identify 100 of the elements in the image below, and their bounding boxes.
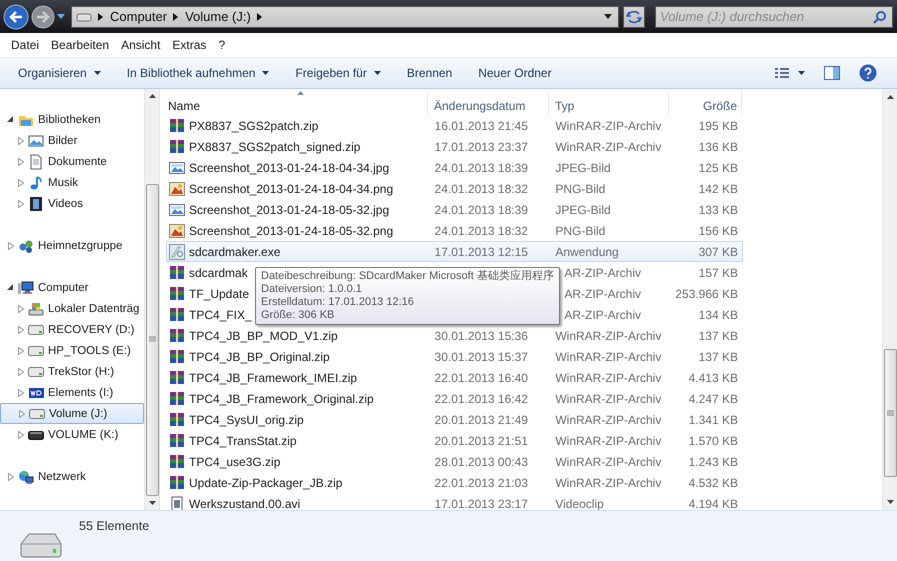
collapse-arrow-icon[interactable] xyxy=(7,284,14,291)
breadcrumb[interactable]: Volume (J:) xyxy=(185,9,251,24)
drive-icon xyxy=(28,300,44,316)
nav-scrollbar[interactable] xyxy=(144,89,159,510)
file-name[interactable]: Update-Zip-Packager_JB.zip xyxy=(189,476,342,490)
file-name[interactable]: sdcardmak xyxy=(189,266,248,280)
file-name[interactable]: TF_Update xyxy=(189,286,250,300)
column-header[interactable]: Typ xyxy=(549,91,669,115)
menu-item[interactable]: Datei xyxy=(5,38,46,52)
modified-date: 24.01.2013 18:32 xyxy=(434,182,528,196)
expand-arrow-icon[interactable] xyxy=(18,346,24,354)
tree-label[interactable]: Bibliotheken xyxy=(38,114,101,126)
file-name[interactable]: Screenshot_2013-01-24-18-05-32.jpg xyxy=(189,202,390,216)
expand-arrow-icon[interactable] xyxy=(18,368,24,376)
tree-label[interactable]: Heimnetzgruppe xyxy=(38,240,122,252)
archive-icon xyxy=(169,390,185,406)
scroll-down-icon[interactable] xyxy=(886,500,894,504)
file-name[interactable]: TPC4_FIX_ xyxy=(189,308,252,322)
file-name[interactable]: TPC4_SysUI_orig.zip xyxy=(189,412,304,426)
breadcrumb[interactable]: Computer xyxy=(110,9,168,24)
file-size: 157 KB xyxy=(698,266,738,280)
scroll-thumb[interactable] xyxy=(884,349,896,477)
modified-date: 30.01.2013 15:36 xyxy=(434,328,528,342)
tree-label[interactable]: Volume (J:) xyxy=(49,408,108,420)
expand-arrow-icon[interactable] xyxy=(18,178,24,186)
selected-tree-item[interactable]: Volume (J:) xyxy=(0,403,144,424)
tree-label[interactable]: Lokaler Datenträg xyxy=(48,302,140,314)
file-name[interactable]: TPC4_JB_Framework_IMEI.zip xyxy=(189,370,358,384)
refresh-button[interactable] xyxy=(623,6,645,28)
tree-label[interactable]: Bilder xyxy=(48,134,78,146)
search-icon xyxy=(873,10,887,24)
dropdown-icon[interactable] xyxy=(604,14,612,19)
document-icon xyxy=(28,154,44,170)
caret-icon xyxy=(94,71,101,75)
expand-arrow-icon[interactable] xyxy=(18,388,24,396)
expand-arrow-icon[interactable] xyxy=(8,472,14,480)
history-dropdown-icon[interactable] xyxy=(57,14,65,20)
toolbar-button[interactable]: In Bibliothek aufnehmen xyxy=(116,62,280,84)
toolbar-button[interactable]: Freigeben für xyxy=(285,62,391,84)
tree-label[interactable]: HP_TOOLS (E:) xyxy=(48,344,131,356)
file-list-scrollbar[interactable] xyxy=(882,89,897,510)
column-header[interactable]: Name xyxy=(166,91,428,115)
file-type: AR-ZIP-Archiv xyxy=(564,266,641,280)
tree-label[interactable]: Dokumente xyxy=(48,156,107,168)
scroll-up-icon[interactable] xyxy=(886,95,894,99)
file-type: WinRAR-ZIP-Archiv xyxy=(555,454,662,468)
address-bar[interactable]: Computer Volume (J:) xyxy=(71,6,619,28)
modified-date: 22.01.2013 16:40 xyxy=(434,370,528,384)
toolbar-button[interactable]: Neuer Ordner xyxy=(468,62,562,84)
column-header[interactable]: Größe xyxy=(669,91,742,115)
search-field[interactable]: Volume (J:) durchsuchen xyxy=(655,6,893,28)
menu-item[interactable]: ? xyxy=(212,38,232,52)
tree-label[interactable]: VOLUME (K:) xyxy=(48,428,118,440)
file-name[interactable]: Werkszustand.00.avi xyxy=(189,496,300,510)
file-name[interactable]: TPC4_JB_BP_MOD_V1.zip xyxy=(189,328,338,342)
file-name[interactable]: sdcardmaker.exe xyxy=(189,244,280,258)
toolbar-button[interactable]: Organisieren xyxy=(8,62,111,84)
menu-item[interactable]: Extras xyxy=(166,38,212,52)
modified-date: 22.01.2013 21:03 xyxy=(434,476,528,490)
column-header[interactable]: Änderungsdatum xyxy=(428,91,549,115)
file-name[interactable]: PX8837_SGS2patch_signed.zip xyxy=(189,140,360,154)
tree-label[interactable]: Netzwerk xyxy=(38,470,86,482)
expand-arrow-icon[interactable] xyxy=(8,242,14,250)
expand-arrow-icon[interactable] xyxy=(18,326,24,334)
file-size: 137 KB xyxy=(698,350,738,364)
tree-label[interactable]: Computer xyxy=(38,282,88,294)
toolbar-button[interactable]: Brennen xyxy=(396,62,462,84)
menu-item[interactable]: Ansicht xyxy=(115,38,166,52)
archive-icon xyxy=(169,348,185,364)
computer-icon xyxy=(18,280,34,296)
tree-label[interactable]: RECOVERY (D:) xyxy=(48,324,134,336)
file-name[interactable]: Screenshot_2013-01-24-18-04-34.jpg xyxy=(189,160,390,174)
expand-arrow-icon[interactable] xyxy=(18,430,24,438)
file-name[interactable]: Screenshot_2013-01-24-18-04-34.png xyxy=(189,182,394,196)
scroll-up-icon[interactable] xyxy=(148,94,156,98)
file-name[interactable]: TPC4_JB_Framework_Original.zip xyxy=(189,392,374,406)
tree-label[interactable]: TrekStor (H:) xyxy=(48,366,114,378)
expand-arrow-icon[interactable] xyxy=(18,304,24,312)
modified-date: 24.01.2013 18:39 xyxy=(434,202,528,216)
back-button[interactable] xyxy=(3,4,29,30)
file-name[interactable]: TPC4_use3G.zip xyxy=(189,454,280,468)
tree-label[interactable]: Videos xyxy=(48,198,83,210)
scroll-down-icon[interactable] xyxy=(148,500,156,505)
file-name[interactable]: PX8837_SGS2patch.zip xyxy=(189,118,318,132)
tooltip-line: Dateibeschreibung: SDcardMaker Microsoft 基础类应用程序 xyxy=(261,270,554,283)
selected-row[interactable]: sdcardmaker.exe 17.01.2013 12:15 Anwendung 307 KB xyxy=(166,241,743,262)
expand-arrow-icon[interactable] xyxy=(18,410,24,418)
tree-label[interactable]: Elements (I:) xyxy=(48,386,114,398)
tree-label[interactable]: Musik xyxy=(48,176,78,188)
scroll-thumb[interactable] xyxy=(146,184,159,496)
expand-arrow-icon[interactable] xyxy=(18,158,24,166)
file-name[interactable]: TPC4_TransStat.zip xyxy=(189,434,297,448)
file-name[interactable]: Screenshot_2013-01-24-18-05-32.png xyxy=(189,224,394,238)
menu-item[interactable]: Bearbeiten xyxy=(45,38,116,52)
expand-arrow-icon[interactable] xyxy=(18,200,24,208)
collapse-arrow-icon[interactable] xyxy=(7,116,14,123)
forward-button[interactable] xyxy=(31,4,55,28)
file-name[interactable]: TPC4_JB_BP_Original.zip xyxy=(189,350,330,364)
expand-arrow-icon[interactable] xyxy=(18,136,24,144)
file-type: WinRAR-ZIP-Archiv xyxy=(555,476,662,490)
